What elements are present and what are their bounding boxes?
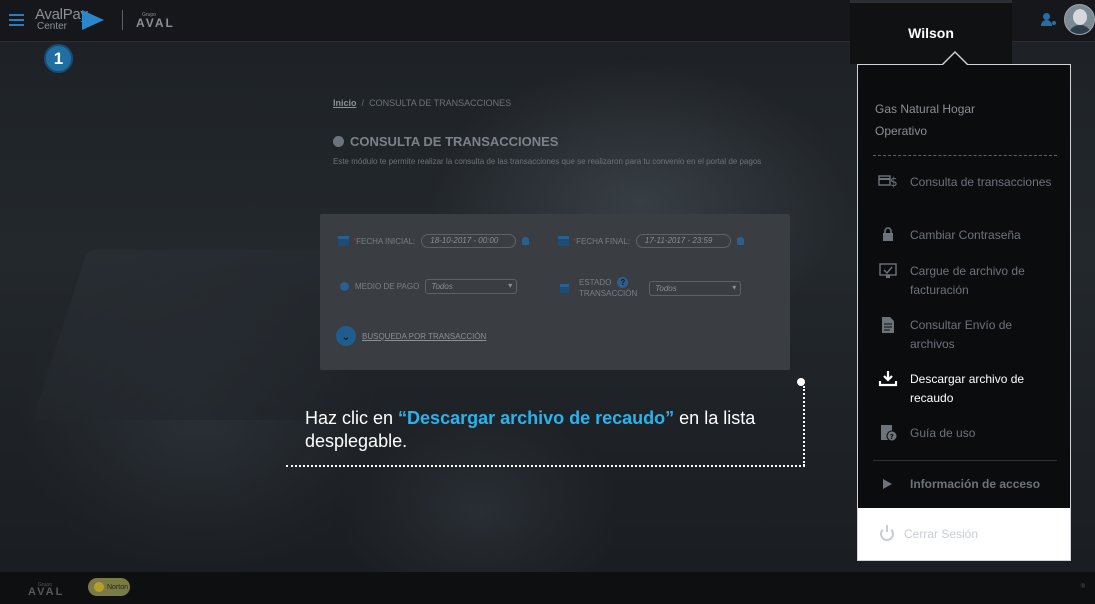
user-settings-icon[interactable] bbox=[1041, 13, 1056, 27]
info-icon bbox=[340, 282, 349, 291]
logout-label: Cerrar Sesión bbox=[904, 527, 979, 541]
help-icon[interactable]: ? bbox=[617, 277, 629, 288]
menu-item-label: Cambiar Contraseña bbox=[910, 228, 1021, 242]
monitor-check-icon bbox=[878, 262, 898, 280]
step-badge: 1 bbox=[44, 44, 73, 73]
card-dollar-icon: $ bbox=[878, 173, 898, 191]
page-title: CONSULTA DE TRANSACCIONES bbox=[350, 134, 559, 149]
user-dropdown-menu: Gas Natural Hogar Operativo $ Consulta d… bbox=[857, 64, 1071, 561]
medio-pago-label: MEDIO DE PAGO bbox=[355, 282, 420, 291]
menu-item-label: Descargar archivo de recaudo bbox=[910, 372, 1025, 405]
menu-item-guia-uso[interactable]: ? Guía de uso bbox=[858, 424, 1070, 443]
menu-item-label: Consulta de transacciones bbox=[910, 175, 1052, 189]
estado-select[interactable]: Todos bbox=[649, 280, 742, 296]
callout-anchor-dot bbox=[797, 378, 805, 386]
callout-text: Haz clic en “Descargar archivo de recaud… bbox=[305, 407, 795, 453]
svg-text:$: $ bbox=[890, 175, 898, 189]
menu-item-label: Consultar Envío de archivos bbox=[910, 318, 1013, 351]
menu-item-label: Información de acceso bbox=[910, 477, 1041, 491]
menu-item-consultar-envio[interactable]: Consultar Envío de archivos bbox=[858, 316, 1070, 354]
estado-label-line2: TRANSACCIÓN bbox=[579, 289, 638, 298]
menu-item-cargue-archivo[interactable]: Cargue de archivo de facturación bbox=[858, 262, 1070, 300]
calendar-icon[interactable] bbox=[558, 236, 569, 246]
callout-highlight: “Descargar archivo de recaudo” bbox=[398, 408, 675, 428]
estado-label-line1: ESTADO bbox=[579, 278, 612, 287]
norton-check-icon bbox=[94, 582, 104, 592]
title-bullet-icon bbox=[333, 136, 344, 147]
main-content: Inicio / CONSULTA DE TRANSACCIONES CONSU… bbox=[333, 98, 793, 168]
logo-arrow-icon bbox=[82, 10, 104, 30]
menu-item-label: Guía de uso bbox=[910, 426, 976, 440]
power-icon bbox=[880, 525, 894, 541]
fecha-final-row: * FECHA FINAL: 17-11-2017 - 23:59 bbox=[558, 234, 744, 248]
title-row: CONSULTA DE TRANSACCIONES bbox=[333, 134, 793, 149]
search-toggle-row: ⌄ BUSQUEDA POR TRANSACCIÓN bbox=[336, 326, 486, 346]
menu-item-label: Cargue de archivo de facturación bbox=[910, 264, 1025, 297]
document-icon bbox=[878, 316, 898, 334]
play-triangle-icon bbox=[878, 475, 898, 493]
estado-row: ESTADO? TRANSACCIÓN Todos bbox=[560, 277, 742, 299]
avalpay-logo: AvalPay Center bbox=[35, 6, 88, 32]
estado-label: ESTADO? TRANSACCIÓN bbox=[579, 277, 637, 299]
menu-divider bbox=[873, 155, 1057, 156]
callout-horizontal-line bbox=[286, 465, 805, 467]
medio-pago-select[interactable]: Todos bbox=[425, 279, 518, 294]
callout-prefix: Haz clic en bbox=[305, 408, 399, 428]
user-tab[interactable]: Wilson bbox=[850, 0, 1012, 64]
download-icon bbox=[878, 370, 898, 388]
menu-item-cambiar-contrasena[interactable]: Cambiar Contraseña bbox=[858, 226, 1070, 245]
search-form-card: * FECHA INICIAL: 18-10-2017 - 00:00 * FE… bbox=[320, 214, 790, 370]
fecha-inicial-field[interactable]: 18-10-2017 - 00:00 bbox=[421, 234, 517, 248]
logo-subtext: Center bbox=[37, 21, 68, 32]
fecha-final-field[interactable]: 17-11-2017 - 23:59 bbox=[635, 234, 731, 248]
menu-divider bbox=[873, 460, 1057, 461]
callout-vertical-line bbox=[803, 386, 805, 466]
chevron-down-icon[interactable]: ⌄ bbox=[336, 326, 356, 346]
footer-aval-label: AVAL bbox=[28, 586, 65, 598]
menu-item-consulta-transacciones[interactable]: $ Consulta de transacciones bbox=[858, 173, 1070, 192]
user-icon bbox=[522, 237, 530, 245]
hamburger-menu-icon[interactable] bbox=[9, 14, 24, 26]
menu-item-informacion-acceso[interactable]: Información de acceso bbox=[858, 475, 1070, 494]
menu-item-descargar-recaudo[interactable]: Descargar archivo de recaudo bbox=[858, 370, 1070, 408]
norton-badge: Norton bbox=[88, 578, 130, 596]
fecha-inicial-row: * FECHA INICIAL: 18-10-2017 - 00:00 bbox=[338, 234, 530, 248]
footer-aval-logo: Grupo AVAL bbox=[28, 582, 64, 598]
fecha-inicial-label: FECHA INICIAL: bbox=[356, 236, 416, 246]
svg-text:?: ? bbox=[890, 433, 894, 441]
user-name: Wilson bbox=[908, 25, 954, 41]
dropdown-notch-inner bbox=[943, 53, 967, 65]
breadcrumb-current: CONSULTA DE TRANSACCIONES bbox=[369, 98, 512, 108]
company-info: Gas Natural Hogar Operativo bbox=[875, 98, 1055, 142]
norton-label: Norton bbox=[107, 583, 129, 591]
fecha-final-label: FECHA FINAL: bbox=[576, 236, 630, 246]
guide-help-icon: ? bbox=[878, 424, 898, 442]
medio-pago-row: MEDIO DE PAGO Todos bbox=[340, 279, 518, 294]
logout-button[interactable]: Cerrar Sesión bbox=[858, 508, 1070, 560]
calendar-icon[interactable] bbox=[338, 236, 349, 246]
avatar[interactable] bbox=[1064, 4, 1095, 35]
logo-divider bbox=[122, 10, 123, 30]
footer-mark: ® bbox=[1080, 584, 1085, 590]
busqueda-transaccion-link[interactable]: BUSQUEDA POR TRANSACCIÓN bbox=[362, 332, 486, 341]
company-role: Operativo bbox=[875, 124, 928, 138]
lock-icon bbox=[878, 226, 898, 244]
breadcrumb-home[interactable]: Inicio bbox=[333, 98, 357, 108]
instruction-callout: Haz clic en “Descargar archivo de recaud… bbox=[286, 378, 806, 468]
status-icon bbox=[560, 283, 569, 293]
user-icon bbox=[736, 237, 744, 245]
logo-text: AvalPay bbox=[35, 6, 88, 23]
breadcrumb: Inicio / CONSULTA DE TRANSACCIONES bbox=[333, 98, 793, 108]
aval-label: AVAL bbox=[136, 16, 175, 30]
page-description: Este módulo te permite realizar la consu… bbox=[333, 157, 762, 166]
footer: Grupo AVAL Norton ® bbox=[0, 572, 1095, 604]
grupo-aval-logo: Grupo AVAL bbox=[136, 12, 175, 30]
company-name: Gas Natural Hogar bbox=[875, 102, 976, 116]
